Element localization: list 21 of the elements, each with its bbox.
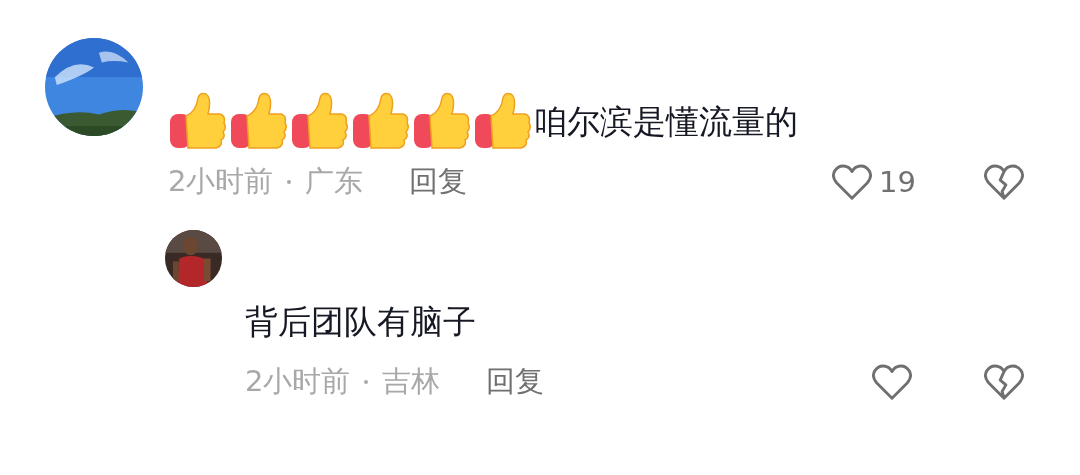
comment-text: 咱尔滨是懂流量的 <box>534 100 798 143</box>
broken-heart-icon[interactable] <box>983 163 1025 201</box>
thumbs-up-icon <box>290 92 350 152</box>
thumbs-up-icon <box>351 92 411 152</box>
comment-time: 2小时前 <box>168 163 274 200</box>
comment-text: 背后团队有脑子 <box>245 300 476 343</box>
heart-icon[interactable] <box>831 163 873 201</box>
comment-location: 吉林 <box>382 363 441 400</box>
thumbs-up-icon <box>229 92 289 152</box>
comment-time: 2小时前 <box>245 363 351 400</box>
thumbs-up-icon <box>168 92 228 152</box>
thumbs-up-icon <box>473 92 533 152</box>
like-count: 19 <box>879 165 916 199</box>
heart-icon[interactable] <box>871 363 913 401</box>
reply-button[interactable]: 回复 <box>486 362 545 402</box>
reply-button[interactable]: 回复 <box>409 162 468 202</box>
comment-location: 广东 <box>305 163 364 200</box>
separator-dot <box>287 180 292 184</box>
thumbs-up-icon <box>412 92 472 152</box>
separator-dot <box>364 380 369 384</box>
broken-heart-icon[interactable] <box>983 363 1025 401</box>
